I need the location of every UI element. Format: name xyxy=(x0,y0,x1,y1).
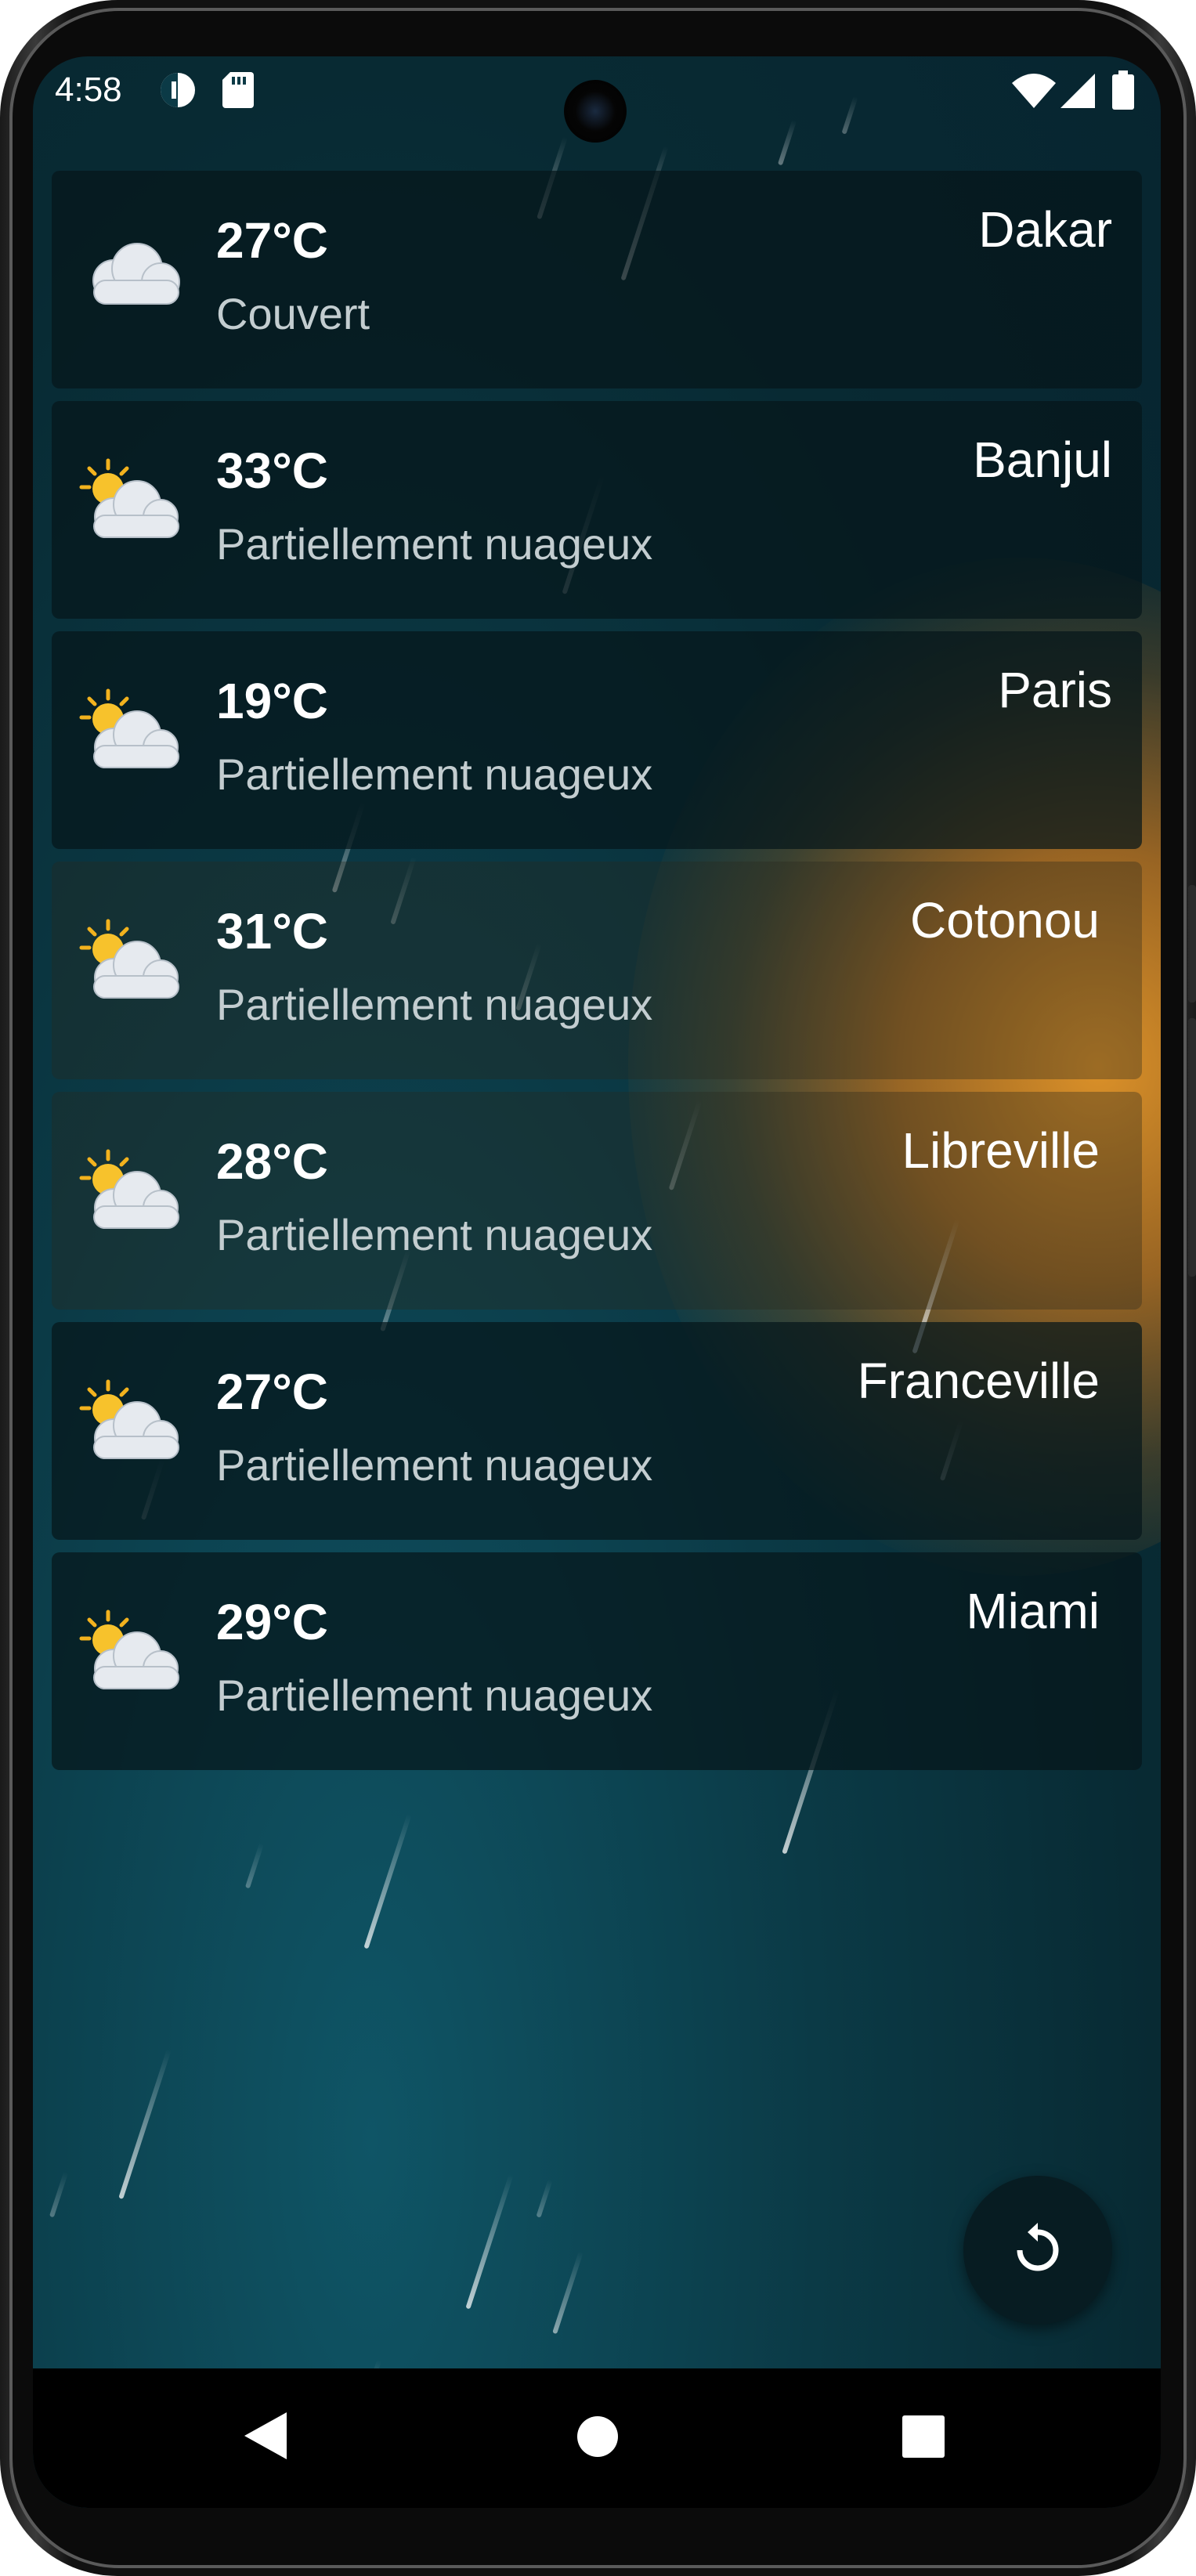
temperature: 19°C xyxy=(216,673,328,729)
partly-cloudy-icon xyxy=(78,916,188,1010)
temperature: 33°C xyxy=(216,443,328,499)
temperature: 27°C xyxy=(216,212,328,269)
temperature: 28°C xyxy=(216,1133,328,1190)
temperature: 29°C xyxy=(216,1594,328,1650)
recents-icon[interactable] xyxy=(902,2415,945,2462)
weather-card[interactable]: 28°C Partiellement nuageux Libreville xyxy=(52,1092,1142,1310)
partly-cloudy-icon xyxy=(78,1377,188,1471)
weather-card[interactable]: 31°C Partiellement nuageux Cotonou xyxy=(52,862,1142,1079)
signal-icon xyxy=(1061,74,1095,117)
power-button xyxy=(1188,1018,1196,1277)
rain-streak xyxy=(244,1842,265,1889)
city-name: Libreville xyxy=(902,1122,1100,1179)
navigation-bar xyxy=(33,2368,1161,2508)
city-name: Miami xyxy=(966,1583,1100,1639)
condition: Couvert xyxy=(216,289,370,338)
condition: Partiellement nuageux xyxy=(216,1671,653,1720)
refresh-icon xyxy=(1010,2223,1065,2282)
rain-streak xyxy=(363,1813,412,1949)
condition: Partiellement nuageux xyxy=(216,519,653,569)
weather-card[interactable]: 27°C Partiellement nuageux Franceville xyxy=(52,1322,1142,1540)
rain-streak xyxy=(49,2171,69,2218)
partly-cloudy-icon xyxy=(78,686,188,780)
wifi-icon xyxy=(1012,74,1056,117)
home-icon[interactable] xyxy=(576,2415,619,2462)
condition: Partiellement nuageux xyxy=(216,980,653,1029)
temperature: 27°C xyxy=(216,1364,328,1420)
weather-card[interactable]: 29°C Partiellement nuageux Miami xyxy=(52,1552,1142,1770)
weather-card[interactable]: 19°C Partiellement nuageux Paris xyxy=(52,631,1142,849)
condition: Partiellement nuageux xyxy=(216,1210,653,1259)
rain-streak xyxy=(465,2173,514,2310)
data-saver-icon xyxy=(158,70,197,118)
city-name: Cotonou xyxy=(910,892,1100,948)
back-icon[interactable] xyxy=(244,2412,287,2463)
front-camera xyxy=(564,80,627,143)
rain-streak xyxy=(536,2179,553,2218)
city-name: Franceville xyxy=(857,1353,1100,1409)
rain-streak xyxy=(552,2250,584,2335)
city-name: Banjul xyxy=(973,432,1112,488)
app-screen: 4:58 27°C Couvert Dakar 33°C Partielleme… xyxy=(33,56,1161,2508)
refresh-button[interactable] xyxy=(963,2176,1112,2325)
temperature: 31°C xyxy=(216,903,328,959)
weather-card[interactable]: 27°C Couvert Dakar xyxy=(52,171,1142,388)
partly-cloudy-icon xyxy=(78,1147,188,1241)
city-name: Dakar xyxy=(978,201,1112,258)
city-name: Paris xyxy=(998,662,1112,718)
condition: Partiellement nuageux xyxy=(216,1440,653,1490)
rain-streak xyxy=(118,2048,172,2200)
partly-cloudy-icon xyxy=(78,1607,188,1701)
status-time: 4:58 xyxy=(55,70,122,109)
battery-icon xyxy=(1112,70,1134,118)
partly-cloudy-icon xyxy=(78,456,188,550)
condition: Partiellement nuageux xyxy=(216,750,653,799)
volume-button xyxy=(1188,885,1196,1003)
sd-card-icon xyxy=(221,70,255,118)
weather-card[interactable]: 33°C Partiellement nuageux Banjul xyxy=(52,401,1142,619)
cloud-icon xyxy=(78,226,188,320)
